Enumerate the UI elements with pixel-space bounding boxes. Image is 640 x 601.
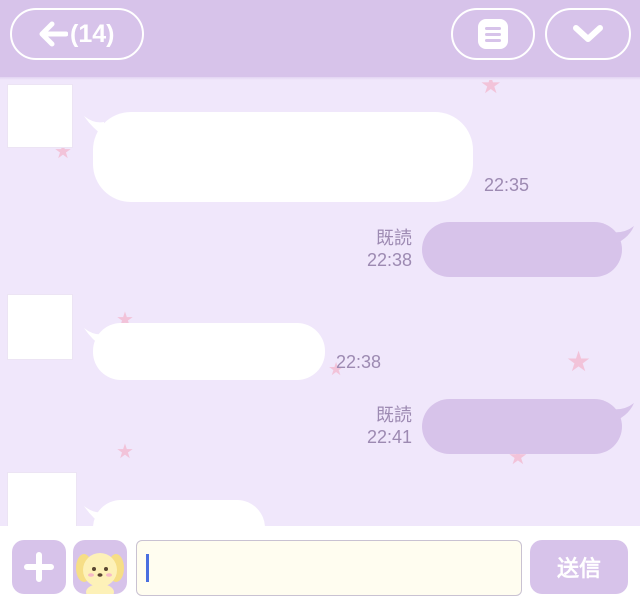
chat-header: (14) <box>0 0 640 77</box>
star-icon: ★ <box>566 346 592 377</box>
bubble-tail <box>610 403 634 423</box>
message-time: 22:35 <box>484 175 530 195</box>
sender-avatar[interactable] <box>7 472 77 526</box>
message-bubble[interactable] <box>422 399 622 454</box>
read-receipt: 既読 <box>376 405 412 425</box>
message-bubble[interactable] <box>93 323 325 380</box>
sender-avatar[interactable] <box>7 84 73 148</box>
sender-avatar[interactable] <box>7 294 73 360</box>
add-attachment-button[interactable] <box>12 540 66 594</box>
back-button[interactable]: (14) <box>10 8 144 60</box>
message-bubble[interactable] <box>422 222 622 277</box>
composer-bar: 送信 <box>0 526 640 601</box>
message-input[interactable] <box>136 540 522 596</box>
text-caret <box>146 554 149 582</box>
sticker-button[interactable] <box>73 540 127 594</box>
message-time: 22:38 <box>366 250 412 270</box>
message-list[interactable]: ★ ★ ★ ★ ★ ★ ★ 22:35 既読 22:38 22:38 既読 22… <box>0 80 640 526</box>
unread-count: (14) <box>70 19 115 48</box>
send-button[interactable]: 送信 <box>530 540 628 594</box>
message-meta: 既読 22:38 <box>340 227 412 271</box>
back-arrow-icon <box>39 21 68 47</box>
menu-icon <box>478 19 508 49</box>
chevron-down-icon <box>573 25 603 42</box>
sticker-dog-icon <box>76 553 124 594</box>
star-icon: ★ <box>116 441 134 463</box>
read-receipt: 既読 <box>376 228 412 248</box>
star-icon: ★ <box>480 80 502 99</box>
plus-icon <box>24 552 54 582</box>
message-time: 22:38 <box>336 352 382 372</box>
message-time: 22:41 <box>366 427 412 447</box>
scroll-down-button[interactable] <box>545 8 631 60</box>
menu-button[interactable] <box>451 8 535 60</box>
message-meta: 既読 22:41 <box>340 404 412 448</box>
message-bubble[interactable] <box>93 500 265 526</box>
bubble-tail <box>610 226 634 246</box>
message-bubble[interactable] <box>93 112 473 202</box>
